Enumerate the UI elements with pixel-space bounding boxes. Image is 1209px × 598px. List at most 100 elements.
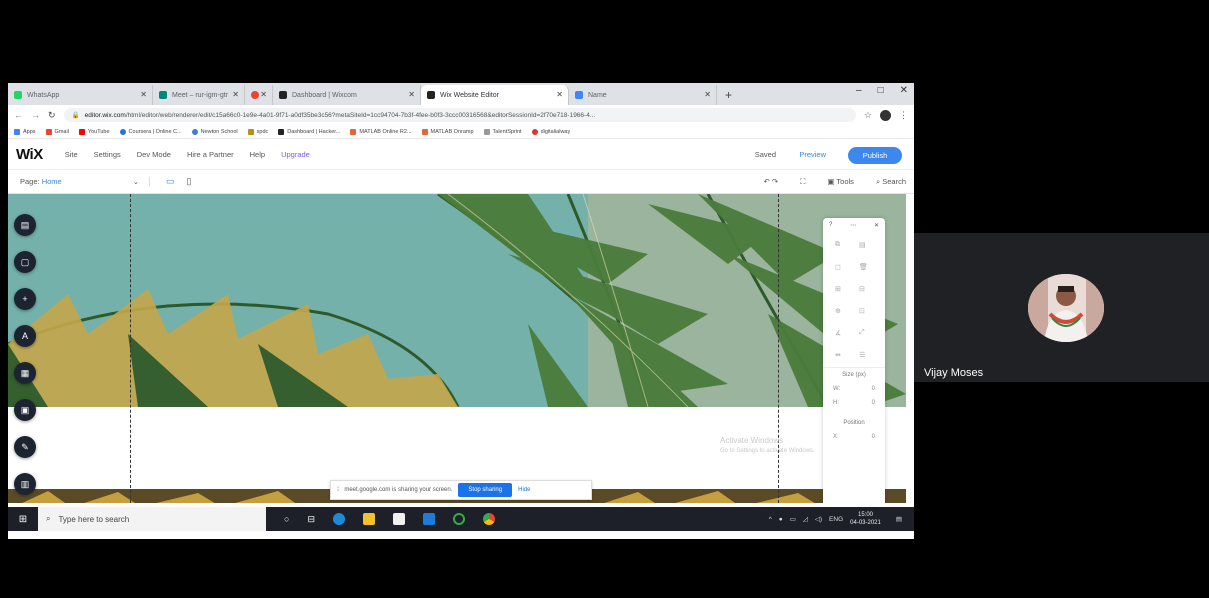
- maximize-button[interactable]: □: [878, 85, 884, 96]
- tab-wix-editor[interactable]: Wix Website Editor ✕: [421, 85, 569, 105]
- apps-icon[interactable]: ▦: [14, 362, 36, 384]
- chevron-up-icon[interactable]: ^: [769, 516, 772, 523]
- arrange-icon[interactable]: ⊞: [835, 285, 849, 293]
- rotate-icon[interactable]: ∡: [835, 329, 849, 337]
- edge-icon[interactable]: [332, 513, 345, 525]
- drag-grip-icon[interactable]: ⁞⁞: [337, 487, 340, 493]
- close-icon[interactable]: ✕: [874, 222, 879, 229]
- close-icon[interactable]: ✕: [260, 90, 267, 99]
- close-icon[interactable]: ✕: [704, 90, 711, 99]
- bookmark-newton[interactable]: Newton School: [191, 128, 238, 135]
- participant-tile[interactable]: Vijay Moses: [914, 233, 1209, 382]
- close-icon[interactable]: ✕: [556, 90, 563, 99]
- search-button[interactable]: ⌕ Search: [876, 177, 906, 187]
- bookmark-matlab-online[interactable]: MATLAB Online R2...: [350, 128, 412, 135]
- business-icon[interactable]: ▥: [14, 473, 36, 495]
- task-view-icon[interactable]: ⊟: [307, 514, 315, 525]
- close-icon[interactable]: ✕: [408, 90, 415, 99]
- x-row[interactable]: X: 0: [833, 434, 875, 440]
- clock[interactable]: 15:00 04-03-2021: [850, 511, 881, 527]
- star-icon[interactable]: ☆: [864, 110, 872, 121]
- match-size-icon[interactable]: ☰: [859, 351, 873, 359]
- tab-recording[interactable]: ✕: [245, 85, 273, 105]
- file-explorer-icon[interactable]: [362, 513, 375, 525]
- url-field[interactable]: 🔒 editor.wix.com/html/editor/web/rendere…: [63, 108, 856, 122]
- battery-icon[interactable]: ▭: [790, 515, 796, 523]
- bookmark-apps[interactable]: Apps: [14, 128, 36, 135]
- wix-app-market-icon[interactable]: A: [14, 325, 36, 347]
- close-icon[interactable]: ✕: [232, 90, 239, 99]
- hero-image[interactable]: [8, 194, 906, 407]
- minimize-button[interactable]: –: [856, 85, 862, 96]
- mobile-icon[interactable]: ▯: [187, 176, 192, 187]
- microphone-icon[interactable]: ●: [779, 516, 783, 523]
- duplicate-icon[interactable]: ◻: [835, 263, 849, 271]
- notifications-icon[interactable]: ▤: [896, 515, 902, 523]
- menu-dev-mode[interactable]: Dev Mode: [137, 150, 171, 159]
- media-icon[interactable]: ▣: [14, 399, 36, 421]
- bookmark-matlab-onramp[interactable]: MATLAB Onramp: [421, 128, 474, 135]
- tools-button[interactable]: ▣ Tools: [827, 177, 854, 186]
- taskbar-search[interactable]: ⌕ Type here to search: [38, 507, 266, 531]
- stop-sharing-button[interactable]: Stop sharing: [458, 483, 513, 497]
- stretch-icon[interactable]: ⇹: [835, 351, 849, 359]
- menus-pages-icon[interactable]: ▤: [14, 214, 36, 236]
- app-icon[interactable]: [452, 513, 465, 525]
- new-tab-button[interactable]: +: [717, 85, 740, 105]
- chrome-icon[interactable]: [482, 513, 495, 525]
- profile-avatar[interactable]: [880, 109, 891, 121]
- bookmark-hackerrank[interactable]: Dashboard | Hacker...: [278, 128, 340, 135]
- add-icon[interactable]: +: [14, 288, 36, 310]
- close-window-button[interactable]: ✕: [900, 85, 908, 96]
- desktop-icon[interactable]: ▭: [166, 176, 175, 187]
- tab-name[interactable]: Name ✕: [569, 85, 717, 105]
- reload-icon[interactable]: ↻: [48, 110, 56, 121]
- bookmark-coursera[interactable]: Coursera | Online C...: [119, 128, 182, 135]
- bookmark-digitalialway[interactable]: digitalialway: [531, 128, 570, 135]
- tab-whatsapp[interactable]: WhatsApp ✕: [8, 85, 153, 105]
- drag-handle-icon[interactable]: ⋯: [850, 222, 856, 229]
- hide-button[interactable]: Hide: [518, 487, 530, 493]
- delete-icon[interactable]: 🗑: [859, 263, 873, 271]
- windows-start-icon[interactable]: ⊞: [8, 507, 38, 531]
- close-icon[interactable]: ✕: [140, 90, 147, 99]
- layers-icon[interactable]: ⊟: [859, 285, 873, 293]
- network-icon[interactable]: ◿: [803, 515, 808, 523]
- height-row[interactable]: H: 0: [833, 400, 875, 406]
- bookmark-youtube[interactable]: YouTube: [78, 128, 110, 135]
- bookmark-spdc[interactable]: spdc: [247, 128, 268, 135]
- flip-icon[interactable]: ⤢: [859, 329, 873, 337]
- wix-logo[interactable]: WiX: [16, 146, 43, 163]
- paste-icon[interactable]: ▤: [859, 241, 873, 249]
- align-icon[interactable]: ⊕: [835, 307, 849, 315]
- menu-settings[interactable]: Settings: [94, 150, 121, 159]
- bookmark-gmail[interactable]: Gmail: [45, 128, 69, 135]
- mail-icon[interactable]: [422, 513, 435, 525]
- bookmark-talentsprint[interactable]: TalentSprint: [483, 128, 522, 135]
- menu-site[interactable]: Site: [65, 150, 78, 159]
- preview-button[interactable]: Preview: [799, 150, 826, 159]
- help-icon[interactable]: ?: [829, 222, 832, 229]
- x-value[interactable]: 0: [872, 434, 875, 440]
- back-icon[interactable]: ←: [14, 110, 23, 120]
- width-value[interactable]: 0: [872, 386, 875, 392]
- blog-icon[interactable]: ✎: [14, 436, 36, 458]
- tab-dashboard[interactable]: Dashboard | Wixcom ✕: [273, 85, 421, 105]
- height-value[interactable]: 0: [872, 400, 875, 406]
- background-icon[interactable]: ▢: [14, 251, 36, 273]
- zoom-icon[interactable]: ⛶: [800, 177, 805, 187]
- forward-icon[interactable]: →: [31, 110, 40, 120]
- copy-icon[interactable]: ⧉: [835, 241, 849, 249]
- cortana-icon[interactable]: ○: [284, 514, 289, 524]
- distribute-icon[interactable]: ⊡: [859, 307, 873, 315]
- menu-help[interactable]: Help: [250, 150, 265, 159]
- language-indicator[interactable]: ENG: [829, 516, 843, 523]
- tab-meet[interactable]: Meet – rur-igm-gtr ✕: [153, 85, 245, 105]
- store-icon[interactable]: [392, 513, 405, 525]
- page-selector[interactable]: Page: Home ⌄: [20, 177, 150, 186]
- menu-hire-partner[interactable]: Hire a Partner: [187, 150, 234, 159]
- menu-icon[interactable]: ⋮: [899, 110, 908, 121]
- menu-upgrade[interactable]: Upgrade: [281, 150, 310, 159]
- publish-button[interactable]: Publish: [848, 147, 902, 164]
- volume-icon[interactable]: ◁): [815, 515, 822, 523]
